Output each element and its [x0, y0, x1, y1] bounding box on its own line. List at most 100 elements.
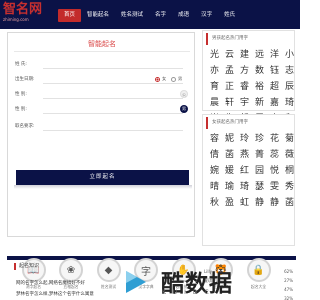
name-char[interactable]: 正 — [223, 80, 236, 95]
female-option[interactable]: 女 — [155, 76, 166, 82]
female-radio[interactable] — [155, 76, 160, 82]
name-char[interactable]: 妮 — [223, 132, 236, 147]
name-char[interactable]: 静 — [253, 196, 266, 211]
name-char[interactable]: 远 — [253, 48, 266, 63]
name-char[interactable]: 数 — [253, 64, 266, 79]
form-divider — [14, 51, 190, 52]
calendar-input[interactable] — [43, 89, 183, 99]
watermark-mark-icon — [126, 271, 146, 293]
ranking-value: 27% — [284, 278, 293, 283]
name-char[interactable]: 瑜 — [223, 180, 236, 195]
name-char[interactable]: 钰 — [268, 64, 281, 79]
name-char[interactable]: 琦 — [283, 96, 296, 111]
nav-item-5[interactable]: 汉字 — [195, 9, 218, 22]
name-char[interactable]: 媛 — [223, 164, 236, 179]
nav-item-6[interactable]: 姓氏 — [218, 9, 241, 22]
name-char[interactable]: 洋 — [268, 48, 281, 63]
surname-input[interactable] — [43, 59, 183, 69]
name-char[interactable]: 盈 — [223, 196, 236, 211]
submit-shadow — [14, 185, 192, 189]
watermark-letters: KUIDC — [162, 289, 216, 296]
ranking-value: 47% — [284, 287, 293, 292]
name-char[interactable]: 云 — [223, 48, 236, 63]
name-char[interactable]: 容 — [208, 132, 221, 147]
birth-row: 出生日期: 女 男 — [15, 73, 191, 86]
calendar-row: 性 别: 公 — [15, 88, 191, 101]
male-names-heading: 男孩起名热门用字 — [206, 33, 294, 45]
name-char[interactable]: 悦 — [268, 164, 281, 179]
female-names-panel: 女孩起名热门用字 容妮玲珍花菊倩菡燕菁蕊薇婉媛红园悦桐晴瑜琦瑟雯秀秋盈虹静静菡 — [202, 114, 295, 246]
name-char[interactable]: 菡 — [283, 196, 296, 211]
nav-item-3[interactable]: 名字 — [149, 9, 172, 22]
name-char[interactable]: 方 — [238, 64, 251, 79]
name-char[interactable]: 倩 — [208, 148, 221, 163]
name-char[interactable]: 轩 — [223, 96, 236, 111]
name-char[interactable]: 静 — [268, 196, 281, 211]
name-char[interactable]: 建 — [238, 48, 251, 63]
name-char[interactable]: 晨 — [208, 96, 221, 111]
name-char[interactable]: 燕 — [238, 148, 251, 163]
gender-label: 性 别: — [15, 107, 27, 112]
ranking-value: 62% — [284, 269, 293, 274]
male-option[interactable]: 男 — [171, 76, 182, 82]
name-char[interactable]: 秋 — [208, 196, 221, 211]
name-char[interactable]: 志 — [283, 64, 296, 79]
preference-input[interactable] — [43, 121, 183, 131]
knowledge-heading: 起名知识 — [14, 263, 39, 270]
name-char[interactable]: 超 — [268, 80, 281, 95]
name-char[interactable]: 嘉 — [268, 96, 281, 111]
name-char[interactable]: 秀 — [283, 180, 296, 195]
top-nav: 智名网 zhiming.com 首页 智能起名 姓名测试 名字 成语 汉字 姓氏 — [0, 0, 300, 29]
nav-item-4[interactable]: 成语 — [172, 9, 195, 22]
name-char[interactable]: 睿 — [238, 80, 251, 95]
female-char-grid: 容妮玲珍花菊倩菡燕菁蕊薇婉媛红园悦桐晴瑜琦瑟雯秀秋盈虹静静菡 — [208, 132, 294, 211]
name-char[interactable]: 桐 — [283, 164, 296, 179]
naming-form-card: 智能起名 姓 氏: 出生日期: 女 男 性 别: 公 性 别: 男 取名要求: … — [7, 32, 195, 237]
nav-items: 首页 智能起名 姓名测试 名字 成语 汉字 姓氏 — [58, 9, 241, 22]
name-char[interactable]: 小 — [283, 48, 296, 63]
name-char[interactable]: 菡 — [223, 148, 236, 163]
nav-item-2[interactable]: 姓名测试 — [115, 9, 149, 22]
book-icon: 📖 — [21, 258, 46, 282]
preference-label: 取名要求: — [15, 124, 35, 129]
submit-naming-button[interactable]: 立即起名 — [16, 170, 189, 185]
name-char[interactable]: 虹 — [238, 196, 251, 211]
gender-input[interactable] — [43, 104, 183, 114]
name-char[interactable]: 光 — [208, 48, 221, 63]
feature-label: 姓名测试 — [100, 284, 117, 289]
name-char[interactable]: 宇 — [238, 96, 251, 111]
calendar-toggle[interactable]: 公 — [180, 90, 188, 98]
knowledge-item-1[interactable]: 网的名字怎么起,网络名魔搞好不好 — [16, 280, 85, 286]
name-char[interactable]: 菊 — [283, 132, 296, 147]
name-char[interactable]: 育 — [208, 80, 221, 95]
gender-toggle[interactable]: 男 — [180, 105, 188, 113]
knowledge-item-2[interactable]: 梦林名字怎么样,梦林这个名字什么寓意 — [16, 291, 94, 297]
name-char[interactable]: 亦 — [208, 64, 221, 79]
name-char[interactable]: 瑟 — [253, 180, 266, 195]
name-char[interactable]: 珍 — [253, 132, 266, 147]
name-char[interactable]: 菁 — [253, 148, 266, 163]
name-char[interactable]: 婉 — [208, 164, 221, 179]
name-char[interactable]: 花 — [268, 132, 281, 147]
name-char[interactable]: 玲 — [238, 132, 251, 147]
male-radio[interactable] — [171, 76, 176, 82]
name-char[interactable]: 园 — [253, 164, 266, 179]
name-char[interactable]: 辰 — [283, 80, 296, 95]
name-char[interactable]: 琦 — [238, 180, 251, 195]
site-logo[interactable]: 智名网 zhiming.com — [3, 3, 44, 27]
feature-tag[interactable]: ◆ 姓名测试 — [93, 258, 124, 290]
nav-item-1[interactable]: 智能起名 — [81, 9, 115, 22]
female-names-heading: 女孩起名热门用字 — [206, 117, 294, 129]
name-char[interactable]: 新 — [253, 96, 266, 111]
ranking-value: 32% — [284, 296, 293, 300]
nav-item-0[interactable]: 首页 — [58, 9, 82, 22]
name-char[interactable]: 雯 — [268, 180, 281, 195]
name-char[interactable]: 薇 — [283, 148, 296, 163]
surname-label: 姓 氏: — [15, 62, 27, 67]
female-label: 女 — [162, 76, 167, 81]
name-char[interactable]: 孟 — [223, 64, 236, 79]
name-char[interactable]: 晴 — [208, 180, 221, 195]
name-char[interactable]: 裕 — [253, 80, 266, 95]
name-char[interactable]: 红 — [238, 164, 251, 179]
name-char[interactable]: 蕊 — [268, 148, 281, 163]
